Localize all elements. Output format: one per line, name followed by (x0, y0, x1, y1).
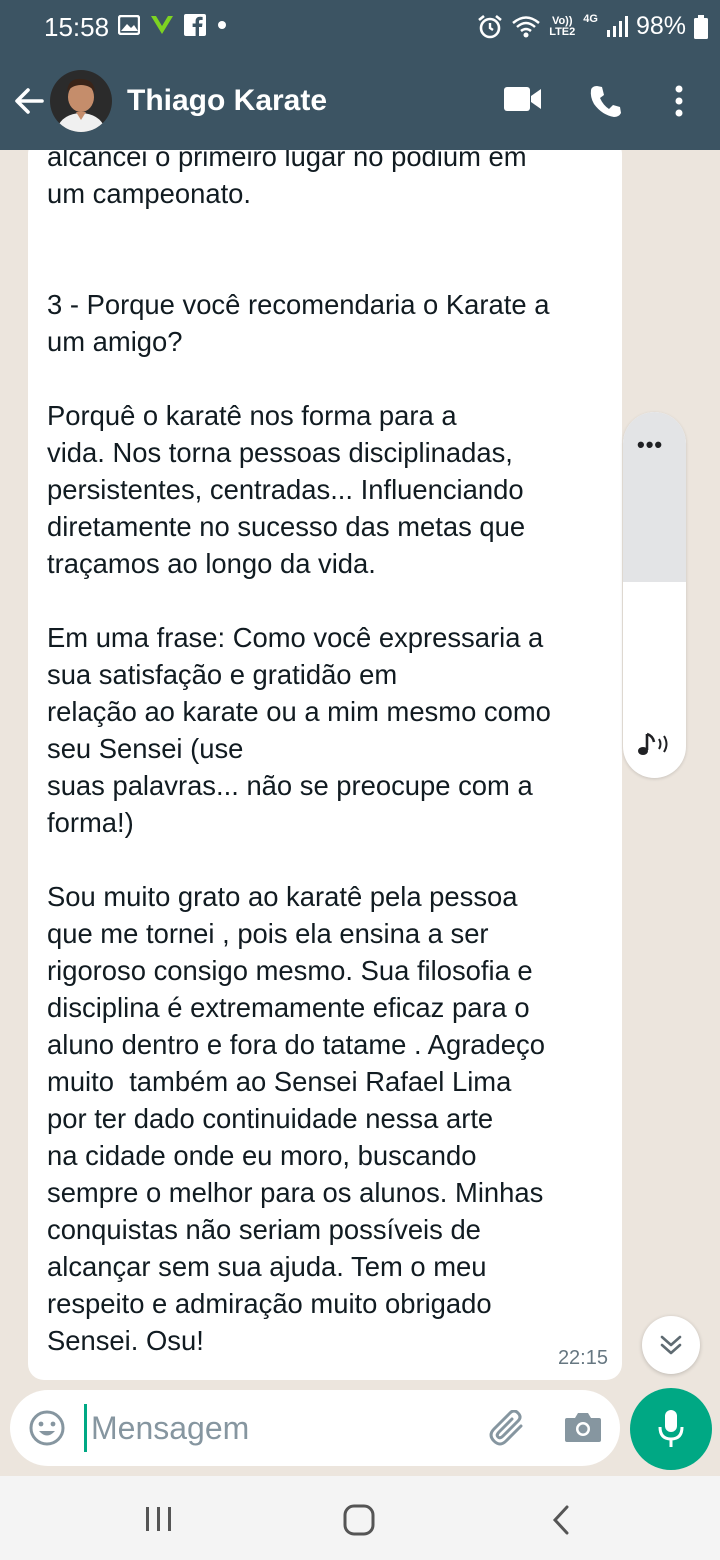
battery-percent: 98% (635, 12, 686, 40)
message-text: alcancei o primeiro lugar no podium em u… (47, 150, 551, 1356)
message-input[interactable] (84, 1404, 484, 1452)
side-scroll-panel[interactable]: ••• (623, 412, 686, 778)
chat-header: Thiago Karate (0, 54, 720, 150)
gallery-icon (118, 15, 140, 35)
mic-button[interactable] (630, 1388, 712, 1470)
back-arrow-icon[interactable] (12, 84, 46, 118)
status-left-icons (118, 14, 228, 36)
status-time: 15:58 (44, 12, 110, 42)
status-bar: 15:58 Vo)) LTE2 4G 98% (0, 0, 720, 54)
nav-back-icon[interactable] (550, 1504, 572, 1536)
recents-icon[interactable] (144, 1506, 174, 1532)
more-vert-icon[interactable] (672, 84, 686, 118)
scroll-to-bottom-button[interactable] (642, 1316, 700, 1374)
sound-icon[interactable] (637, 730, 673, 760)
message-composer (10, 1390, 620, 1466)
wifi-icon (512, 15, 540, 37)
chat-area[interactable]: alcancei o primeiro lugar no podium em u… (0, 150, 720, 1475)
signal-icon (606, 15, 628, 37)
network-type: 4G (583, 13, 598, 25)
home-icon[interactable] (343, 1504, 375, 1536)
mic-icon (658, 1410, 684, 1447)
more-dots[interactable]: ••• (637, 432, 663, 458)
dot-icon (218, 21, 226, 29)
avatar[interactable] (50, 70, 112, 132)
vivo-icon (151, 16, 173, 34)
message-time: 22:15 (557, 1347, 608, 1369)
status-right-icons: Vo)) LTE2 4G 98% (477, 12, 708, 41)
volte-label: Vo)) LTE2 (549, 14, 576, 38)
contact-name[interactable]: Thiago Karate (127, 84, 327, 118)
phone-icon[interactable] (590, 84, 622, 118)
video-call-icon[interactable] (504, 86, 542, 112)
message-bubble[interactable]: alcancei o primeiro lugar no podium em u… (28, 150, 622, 1380)
facebook-icon (184, 14, 206, 36)
camera-icon[interactable] (564, 1411, 602, 1443)
battery-icon (694, 14, 708, 39)
attach-icon[interactable] (488, 1410, 528, 1448)
system-nav-bar (0, 1476, 720, 1560)
alarm-icon (478, 14, 502, 38)
double-chevron-down-icon (660, 1335, 682, 1355)
emoji-icon[interactable] (28, 1409, 66, 1447)
